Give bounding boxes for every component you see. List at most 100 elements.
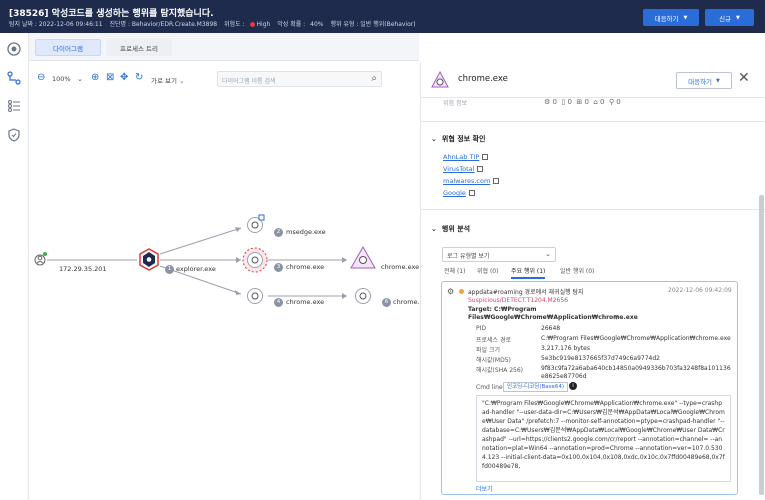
tab-diagram[interactable]: 다이어그램 [35,39,101,56]
field-key: 프로세스 경로 [476,337,512,344]
event-target: Target: C:₩Program Files₩Google₩Chrome₩A… [468,306,638,321]
panel-respond-button[interactable]: 대응하기 ▼ [676,72,732,89]
chrome-warning-node-icon [350,245,376,269]
caret-down-icon: ▼ [716,77,720,84]
node-label-explorer[interactable]: explorer.exe [176,265,216,273]
search-icon[interactable]: ⌕ [371,73,377,84]
tab-process-tree[interactable]: 프로세스 트리 [106,39,172,56]
chrome-selected-node-icon [242,247,268,273]
close-icon[interactable]: ✕ [738,70,750,86]
more-link[interactable]: 더보기 [476,484,493,493]
diagnosis-name: 진단명 : Behavior/EDR.Create.M3898 [109,21,218,28]
node-label-chrome[interactable]: chrome.exe [286,298,324,306]
threat-section-title[interactable]: ⌄ 위협 정보 확인 [431,134,485,144]
behavior-section-title[interactable]: ⌄ 행위 분석 [431,224,470,234]
fit-screen-icon[interactable]: ⊠ [106,72,114,83]
node-label-msedge[interactable]: msedge.exe [286,228,326,236]
external-link-icon [493,178,500,184]
left-nav [0,33,29,500]
move-icon[interactable]: ✥ [120,72,128,83]
gear-icon: ⚙ [447,287,455,296]
risk-label: 위험도 : [224,21,245,28]
external-link-icon [468,190,475,196]
info-icon[interactable]: i [569,382,577,390]
link-google[interactable]: Google [443,189,475,197]
zoom-level: 100% [52,75,71,83]
field-key: 해시값(MD5) [476,357,511,364]
field-value: 3,217,176 bytes [541,345,590,352]
diagram-edges [34,214,376,304]
filter-tab-major[interactable]: 주요 행위 (1) [511,266,546,279]
behavior-section-label: 행위 분석 [441,225,471,233]
risk-dot-icon [249,22,255,27]
threat-section-label: 위협 정보 확인 [441,135,486,143]
link-malwares[interactable]: malwares.com [443,177,500,185]
chevron-down-icon: ⌄ [431,135,437,143]
edge-explorer-msedge [159,227,242,255]
log-type-value: 로그 유형별 보기 [447,253,490,260]
field-key: 파일 크기 [476,347,500,354]
panel-scrollbar[interactable] [759,195,764,495]
logo-icon [6,41,22,57]
field-value: 26648 [541,325,561,332]
detect-time: 탐지 날짜 : 2022-12-06 09:46:11 [9,21,103,28]
field-key: PID [476,325,487,332]
decode-base64-button[interactable]: 인코딩-디코딩(Base64) [503,382,569,392]
link-virustotal[interactable]: VirusTotal [443,165,484,173]
new-button-label: 신규 [719,14,732,23]
view-tabs: 다이어그램 프로세스 트리 [29,33,419,61]
respond-dropdown-button[interactable]: 대응하기 ▼ [643,9,699,26]
alert-header: [38526] 악성코드를 생성하는 행위를 탐지했습니다. 탐지 날짜 : 2… [0,0,765,33]
chrome-node-icon [247,288,263,304]
process-warning-icon [431,70,449,88]
probability-value: 40% [310,21,324,28]
chevron-down-icon: ⌄ [179,77,185,85]
partial-section-label: 위험 정보 [443,100,467,107]
node-number: 4 [274,298,283,307]
caret-down-icon: ▼ [683,14,688,21]
explorer-node-icon [139,248,159,271]
event-time: 2022-12-06 09:42:09 [668,287,732,294]
refresh-icon[interactable]: ↻ [135,72,143,83]
event-title: appdata#roaming 경로에서 재귀실행 탐지 [468,289,584,296]
link-label: malwares.com [443,177,491,185]
node-label-chrome[interactable]: chrome.exe [286,263,324,271]
zoom-out-icon[interactable]: ⊖ [37,72,45,83]
zoom-dropdown-icon[interactable]: ⌄ [77,75,83,83]
chevron-down-icon[interactable]: ▽ [614,314,619,321]
user-node-icon [34,252,47,266]
diagram-search-input[interactable]: 다이어그램 이름 검색 ⌕ [217,71,382,87]
chevron-down-icon: ⌄ [431,225,437,233]
layout-select-label: 가로 보기 [151,77,177,85]
msedge-node-icon [247,214,265,233]
diagram-nav-icon[interactable] [6,70,22,86]
filter-tab-all[interactable]: 전체 (1) [444,266,465,275]
new-dropdown-button[interactable]: 신규 ▼ [705,9,754,26]
caret-down-icon: ▼ [736,14,740,21]
process-diagram: 172.29.35.201 1 explorer.exe 2 msedge.ex… [29,94,431,500]
alert-meta: 탐지 날짜 : 2022-12-06 09:46:11 진단명 : Behavi… [9,19,421,28]
risk-value: High [256,21,271,28]
log-type-select[interactable]: 로그 유형별 보기 ⌄ [442,247,556,262]
detail-panel-header: chrome.exe 대응하기 ▼ ✕ [421,62,765,98]
count-icons: ⚙ 0 ▯ 0 ⊞ 0 ⌂ 0 ⚲ 0 [544,98,621,106]
filter-tab-threat[interactable]: 위협 (0) [477,266,498,275]
process-name: chrome.exe [458,74,508,84]
alert-title: [38526] 악성코드를 생성하는 행위를 탐지했습니다. [9,9,214,19]
threat-info-section: ⌄ 위협 정보 확인 AhnLab TIP VirusTotal malwares… [421,122,765,210]
filter-tab-general[interactable]: 일반 행위 (0) [560,266,594,275]
node-label-chrome[interactable]: chrome.exe [381,263,419,271]
shield-nav-icon[interactable] [6,127,22,143]
chrome-node-icon [355,288,371,304]
zoom-in-icon[interactable]: ⊕ [91,72,99,83]
layout-select[interactable]: 가로 보기 ⌄ [151,75,185,85]
event-rule: Suspicious/DETECT.T1204.M2656 [468,297,569,304]
link-label: AhnLab TIP [443,153,480,161]
respond-button-label: 대응하기 [654,14,679,23]
field-value: C:₩Program Files₩Google₩Chrome₩Applicati… [541,335,731,342]
node-number: 6 [382,298,391,307]
field-value: 9f83c9fa72a6aba640cb14850a0949336b703fa3… [541,365,731,380]
list-nav-icon[interactable] [6,98,22,114]
link-ahnlab-tip[interactable]: AhnLab TIP [443,153,489,161]
field-key: 해시값(SHA 256) [476,367,524,374]
